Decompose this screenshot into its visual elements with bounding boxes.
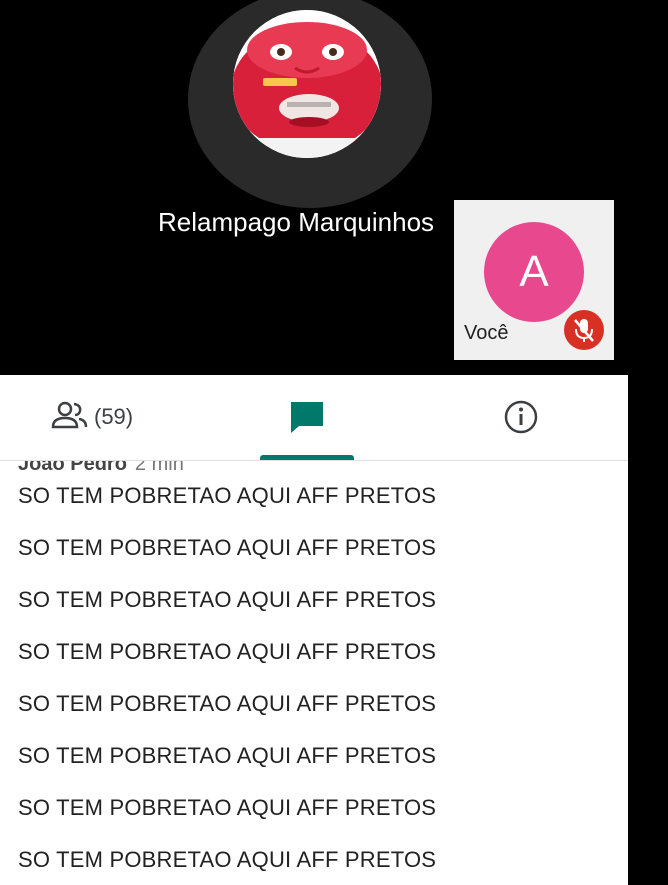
self-preview-tile[interactable]: A Você — [454, 200, 614, 360]
tab-people[interactable]: (59) — [50, 397, 133, 437]
mic-off-icon — [564, 310, 604, 350]
info-icon — [503, 400, 539, 439]
chat-message: SO TEM POBRETAO AQUI AFF PRETOS — [18, 847, 437, 872]
main-participant-name: Relampago Marquinhos — [158, 207, 435, 237]
tab-chat[interactable] — [258, 393, 356, 460]
message-header: João Pedro 2 min — [18, 461, 184, 476]
active-tab-indicator — [260, 455, 354, 460]
side-edge — [628, 375, 668, 885]
video-grid: Relampago Marquinhos A Você — [0, 0, 668, 375]
message-time: 2 min — [134, 461, 184, 475]
self-avatar: A — [484, 222, 584, 322]
chat-message: SO TEM POBRETAO AQUI AFF PRETOS — [18, 639, 437, 664]
main-participant-avatar — [233, 10, 381, 158]
chat-message: SO TEM POBRETAO AQUI AFF PRETOS — [18, 795, 437, 820]
people-count: (59) — [94, 404, 134, 429]
panel-tabs: (59) — [0, 375, 628, 461]
people-icon — [50, 399, 90, 436]
chat-messages: João Pedro 2 min SO TEM POBRETAO AQUI AFF… — [0, 461, 628, 885]
tab-info[interactable] — [503, 399, 539, 440]
side-panel: (59) João Pedro 2 min SO TEM POBRETAO AQ… — [0, 375, 628, 885]
chat-message: SO TEM POBRETAO AQUI AFF PRETOS — [18, 535, 437, 560]
sender-name: João Pedro — [18, 461, 127, 475]
chat-icon — [288, 399, 326, 440]
self-label: Você — [464, 322, 509, 344]
chat-message: SO TEM POBRETAO AQUI AFF PRETOS — [18, 483, 437, 508]
chat-message: SO TEM POBRETAO AQUI AFF PRETOS — [18, 743, 437, 768]
avatar-image — [233, 10, 381, 158]
chat-message: SO TEM POBRETAO AQUI AFF PRETOS — [18, 691, 437, 716]
chat-message: SO TEM POBRETAO AQUI AFF PRETOS — [18, 587, 437, 612]
